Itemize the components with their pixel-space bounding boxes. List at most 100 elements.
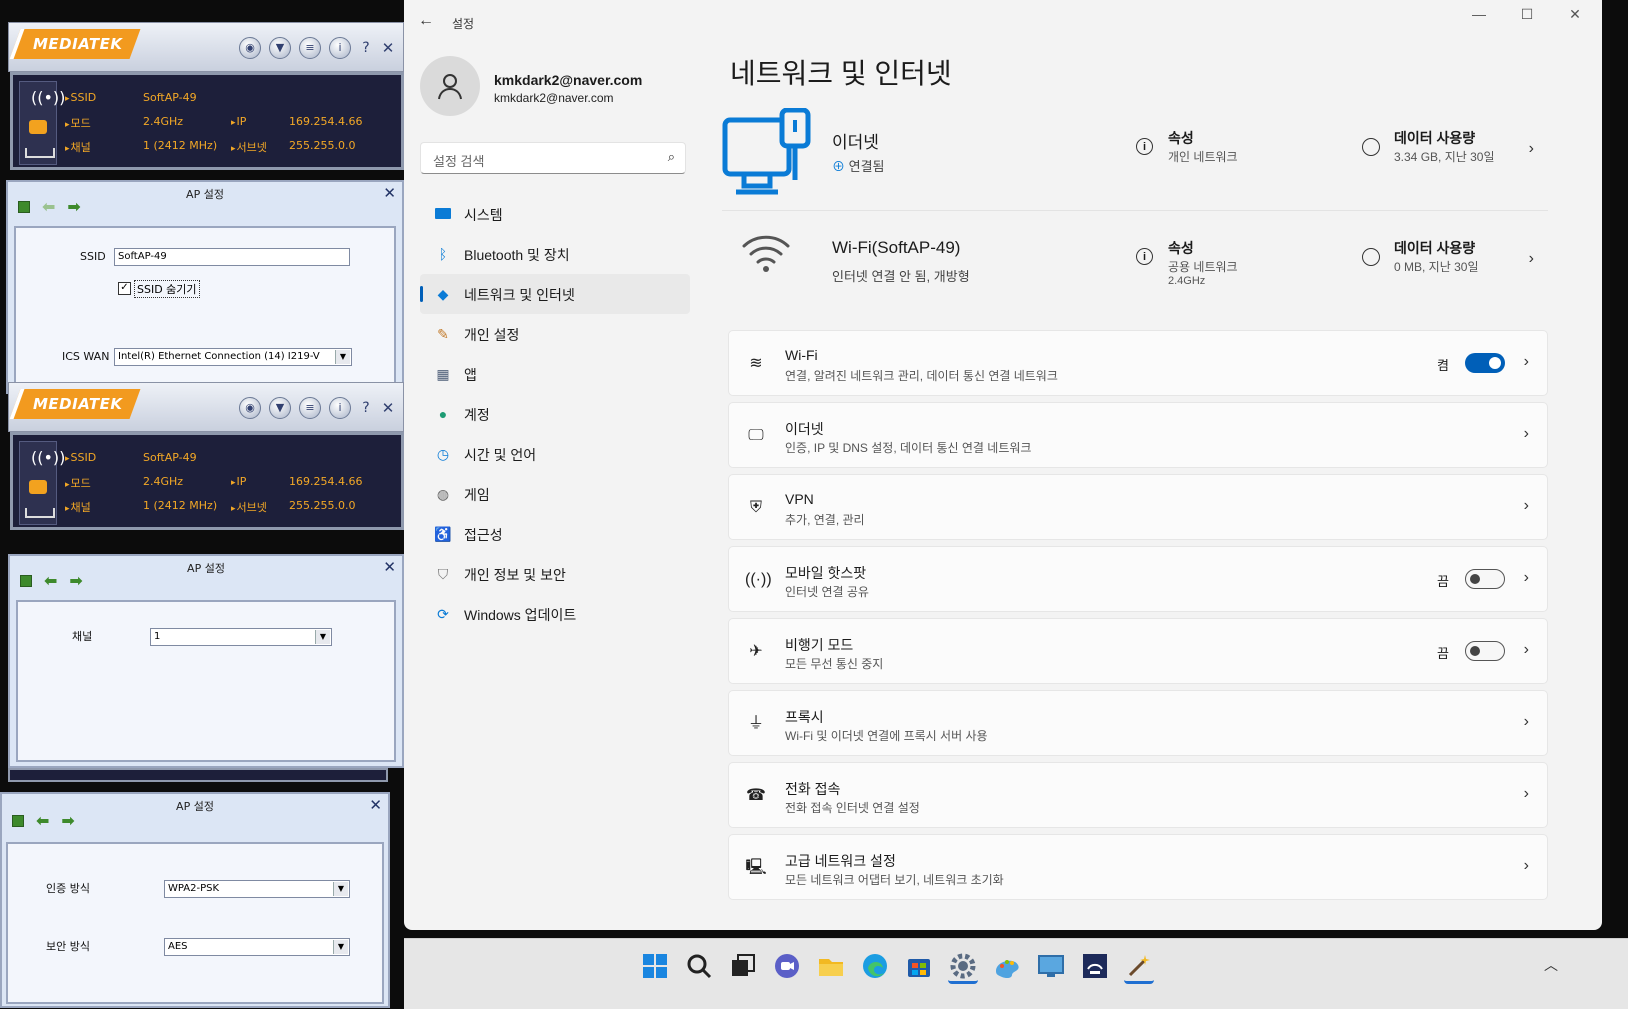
encryption-select[interactable]: AES ▼ bbox=[164, 938, 350, 956]
sidebar-item-privacy[interactable]: ⛉ 개인 정보 및 보안 bbox=[420, 554, 690, 594]
search-input[interactable]: 설정 검색 bbox=[433, 151, 484, 170]
magic-wand-icon[interactable] bbox=[1124, 951, 1154, 984]
channel-select[interactable]: 1 ▼ bbox=[150, 628, 332, 646]
brush-icon: ✎ bbox=[437, 326, 449, 342]
airplane-toggle[interactable] bbox=[1465, 641, 1505, 661]
list-tool-icon[interactable]: ≡ bbox=[299, 397, 321, 419]
sidebar-item-accessibility[interactable]: ♿ 접근성 bbox=[420, 514, 690, 554]
channel-label: 채널 bbox=[72, 630, 93, 643]
chevron-right-icon: › bbox=[1523, 353, 1529, 370]
close-button[interactable]: ✕ bbox=[381, 39, 395, 57]
bluetooth-icon: ᛒ bbox=[438, 246, 448, 262]
arrow-right-icon[interactable]: ➡ bbox=[69, 573, 82, 589]
sidebar-item-time-language[interactable]: ◷ 시간 및 언어 bbox=[420, 434, 690, 474]
auth-select[interactable]: WPA2-PSK ▼ bbox=[164, 880, 350, 898]
close-icon[interactable]: ✕ bbox=[383, 558, 396, 576]
card-dial-up[interactable]: ☎ 전화 접속 전화 접속 인터넷 연결 설정 › bbox=[728, 762, 1548, 828]
avatar bbox=[420, 56, 480, 116]
ics-wan-select[interactable]: Intel(R) Ethernet Connection (14) I219-V… bbox=[114, 348, 352, 366]
card-proxy[interactable]: ⏚ 프록시 Wi-Fi 및 이더넷 연결에 프록시 서버 사용 › bbox=[728, 690, 1548, 756]
chevron-right-icon[interactable]: › bbox=[1529, 250, 1534, 268]
settings-gear-icon[interactable] bbox=[948, 951, 978, 984]
ap-settings-dialog-1: AP 설정 ✕ ⬅ ➡ SSID SoftAP-49 ✓ SSID 숨기기 IC… bbox=[6, 180, 404, 394]
ap-form: 채널 1 ▼ bbox=[16, 600, 396, 762]
help-button[interactable]: ? bbox=[359, 40, 373, 56]
task-view-icon[interactable] bbox=[728, 951, 758, 981]
close-icon[interactable]: ✕ bbox=[1552, 6, 1598, 23]
arrow-right-icon[interactable]: ➡ bbox=[67, 199, 80, 215]
sidebar-item-apps[interactable]: ▦ 앱 bbox=[420, 354, 690, 394]
card-mobile-hotspot[interactable]: ((·)) 모바일 핫스팟 인터넷 연결 공유 끔 › bbox=[728, 546, 1548, 612]
clock-icon: ◷ bbox=[436, 446, 450, 462]
sidebar-item-accounts[interactable]: ● 계정 bbox=[420, 394, 690, 434]
card-airplane-mode[interactable]: ✈ 비행기 모드 모든 무선 통신 중지 끔 › bbox=[728, 618, 1548, 684]
hotspot-toggle[interactable] bbox=[1465, 569, 1505, 589]
close-button[interactable]: ✕ bbox=[381, 399, 395, 417]
search-icon[interactable]: ⌕ bbox=[668, 149, 675, 165]
card-advanced-network[interactable]: 🖳 고급 네트워크 설정 모든 네트워크 어댑터 보기, 네트워크 초기화 › bbox=[728, 834, 1548, 900]
store-icon[interactable] bbox=[904, 951, 934, 981]
card-wifi[interactable]: ≋ Wi-Fi 연결, 알려진 네트워크 관리, 데이터 통신 연결 네트워크 … bbox=[728, 330, 1548, 396]
dialog-title: AP 설정 bbox=[176, 800, 214, 813]
info-tool-icon[interactable]: i bbox=[329, 397, 351, 419]
filter-tool-icon[interactable]: ▼ bbox=[269, 397, 291, 419]
sidebar-item-network[interactable]: ◆ 네트워크 및 인터넷 bbox=[420, 274, 690, 314]
person-icon bbox=[438, 74, 462, 100]
antenna-tool-icon[interactable]: ◉ bbox=[239, 37, 261, 59]
airplane-icon: ✈ bbox=[749, 643, 763, 660]
help-button[interactable]: ? bbox=[359, 400, 373, 416]
close-icon[interactable]: ✕ bbox=[383, 184, 396, 202]
arrow-left-icon[interactable]: ⬅ bbox=[44, 573, 57, 589]
network-monitor-icon[interactable] bbox=[1036, 951, 1066, 981]
ssid-input[interactable]: SoftAP-49 bbox=[114, 248, 350, 266]
sidebar-item-system[interactable]: 시스템 bbox=[420, 194, 690, 234]
back-arrow-icon[interactable]: ← bbox=[418, 12, 434, 30]
edge-icon[interactable] bbox=[860, 951, 890, 981]
close-icon[interactable]: ✕ bbox=[369, 796, 382, 814]
arrow-right-icon[interactable]: ➡ bbox=[61, 813, 74, 829]
paint-icon[interactable] bbox=[992, 951, 1022, 981]
hide-ssid-checkbox[interactable]: ✓ bbox=[118, 282, 131, 295]
title-bar: ← 설정 — ☐ ✕ bbox=[404, 0, 1602, 46]
antenna-tool-icon[interactable]: ◉ bbox=[239, 397, 261, 419]
mtk-header-1: MEDIATEK ◉ ▼ ≡ i ? ✕ bbox=[8, 22, 404, 72]
chevron-right-icon: › bbox=[1523, 713, 1529, 730]
list-tool-icon[interactable]: ≡ bbox=[299, 37, 321, 59]
mtk-header-2: MEDIATEK ◉ ▼ ≡ i ? ✕ bbox=[8, 382, 404, 432]
page-title: 네트워크 및 인터넷 bbox=[730, 58, 952, 89]
signal-icon: ((•)) bbox=[19, 81, 65, 165]
stop-icon[interactable] bbox=[18, 201, 30, 213]
arrow-left-icon[interactable]: ⬅ bbox=[42, 199, 55, 215]
sidebar-item-gaming[interactable]: ◍ 게임 bbox=[420, 474, 690, 514]
chat-icon[interactable] bbox=[772, 951, 802, 981]
file-explorer-icon[interactable] bbox=[816, 951, 846, 981]
settings-search[interactable]: 설정 검색 ⌕ bbox=[420, 142, 686, 174]
card-vpn[interactable]: ⛨ VPN 추가, 연결, 관리 › bbox=[728, 474, 1548, 540]
chevron-right-icon[interactable]: › bbox=[1529, 140, 1534, 158]
accessibility-icon: ♿ bbox=[434, 526, 452, 542]
mediatek-utility-icon[interactable] bbox=[1080, 951, 1110, 981]
sidebar-item-bluetooth[interactable]: ᛒ Bluetooth 및 장치 bbox=[420, 234, 690, 274]
stop-icon[interactable] bbox=[12, 815, 24, 827]
divider bbox=[722, 210, 1548, 211]
maximize-icon[interactable]: ☐ bbox=[1504, 6, 1550, 23]
sidebar-item-personalization[interactable]: ✎ 개인 설정 bbox=[420, 314, 690, 354]
arrow-left-icon[interactable]: ⬅ bbox=[36, 813, 49, 829]
chevron-right-icon: › bbox=[1523, 569, 1529, 586]
mediatek-logo: MEDIATEK bbox=[9, 389, 141, 419]
sidebar-item-windows-update[interactable]: ⟳ Windows 업데이트 bbox=[420, 594, 690, 634]
dialup-icon: ☎ bbox=[746, 787, 766, 804]
search-icon[interactable] bbox=[684, 951, 714, 981]
info-tool-icon[interactable]: i bbox=[329, 37, 351, 59]
update-icon: ⟳ bbox=[437, 606, 449, 622]
stop-icon[interactable] bbox=[20, 575, 32, 587]
chevron-up-icon[interactable]: ︿ bbox=[1544, 955, 1558, 975]
start-icon[interactable] bbox=[640, 951, 670, 981]
minimize-icon[interactable]: — bbox=[1456, 6, 1502, 22]
wifi-large-icon bbox=[742, 235, 790, 272]
card-ethernet[interactable]: 🖵 이더넷 인증, IP 및 DNS 설정, 데이터 통신 연결 네트워크 › bbox=[728, 402, 1548, 468]
filter-tool-icon[interactable]: ▼ bbox=[269, 37, 291, 59]
wifi-toggle[interactable] bbox=[1465, 353, 1505, 373]
sidebar-nav: 시스템 ᛒ Bluetooth 및 장치 ◆ 네트워크 및 인터넷 ✎ 개인 설정 ▦… bbox=[420, 194, 690, 634]
ap-form: 인증 방식 WPA2-PSK ▼ 보안 방식 AES ▼ bbox=[6, 842, 384, 1004]
